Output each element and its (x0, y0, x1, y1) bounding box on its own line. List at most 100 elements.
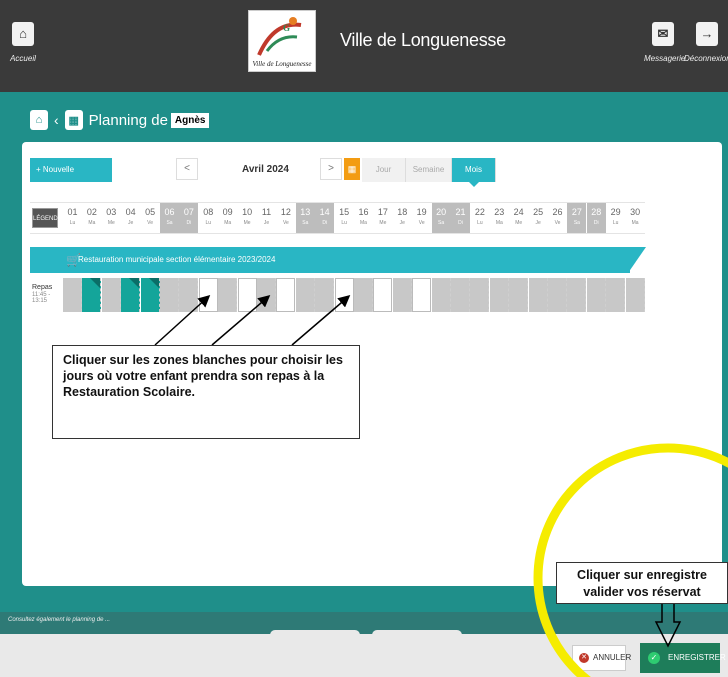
day-weekday: Je (535, 220, 541, 226)
save-button[interactable]: ✓ ENREGISTRER (640, 643, 726, 673)
legend-button[interactable]: LÉGENDE (32, 208, 62, 228)
day-number: 28 (591, 207, 602, 217)
logo-text: Ville de Longuenesse (252, 60, 312, 68)
logout-label: Déconnexion (684, 54, 728, 63)
calendar-icon: ▦ (64, 110, 83, 130)
meal-cell-booked (82, 278, 102, 312)
messaging-button[interactable]: ✉ Messagerie (644, 22, 685, 63)
logout-icon: → (696, 22, 718, 46)
back-chevron-icon[interactable]: ‹ (54, 112, 59, 128)
day-number: 25 (533, 207, 544, 217)
day-column-header: 06 Sa (160, 203, 179, 233)
home-small-icon[interactable]: ⌂ (30, 110, 48, 130)
cancel-button[interactable]: ✕ ANNULER (572, 645, 631, 671)
day-weekday: Lu (477, 220, 483, 226)
day-column-header: 22 Lu (470, 203, 489, 233)
day-column-header: 27 Sa (567, 203, 587, 233)
save-callout-line1: Cliquer sur enregistre (577, 568, 707, 582)
tab-month[interactable]: Mois (452, 158, 496, 187)
day-weekday: Ma (495, 220, 503, 226)
day-column-header: 21 Di (451, 203, 470, 233)
meal-time: 11:45 - 13:15 (32, 292, 51, 304)
day-weekday: Ve (147, 220, 154, 226)
day-weekday: Ve (554, 220, 561, 226)
day-number: 20 (436, 207, 447, 217)
day-column-header: 13 Sa (295, 203, 315, 233)
day-weekday: Ma (224, 220, 232, 226)
meal-cell-available[interactable] (237, 278, 257, 312)
tab-day[interactable]: Jour (362, 158, 406, 182)
day-column-header: 04 Je (121, 203, 140, 233)
day-weekday: Di (322, 220, 328, 226)
meal-cell-unavailable (451, 278, 470, 312)
day-weekday: Me (379, 220, 387, 226)
check-icon: ✓ (648, 652, 660, 664)
day-column-header: 01 Lu (63, 203, 82, 233)
day-column-header: 11 Je (257, 203, 276, 233)
day-weekday: Lu (205, 220, 212, 226)
footer-note[interactable]: Consultez également le planning de ... (8, 617, 110, 623)
day-weekday: Sa (438, 220, 445, 226)
svg-text:G: G (283, 23, 290, 33)
next-month-button[interactable]: > (320, 158, 342, 180)
day-column-header: 30 Ma (626, 203, 645, 233)
new-registration-button[interactable]: + Nouvelle inscription (30, 158, 112, 198)
meal-cell-available[interactable] (276, 278, 296, 312)
meal-cell-available[interactable] (334, 278, 354, 312)
day-column-header: 18 Je (393, 203, 412, 233)
service-bar: 🛒 Restauration municipale section élémen… (30, 247, 630, 273)
day-column-header: 16 Ma (354, 203, 373, 233)
day-column-header: 09 Ma (218, 203, 237, 233)
meal-cell-available[interactable] (373, 278, 393, 312)
page-title: Planning de (88, 111, 168, 129)
day-number: 30 (630, 207, 641, 217)
home-button[interactable]: ⌂ Accueil (8, 22, 38, 63)
meal-cell-unavailable (470, 278, 490, 312)
day-column-header: 02 Ma (82, 203, 101, 233)
day-weekday: Me (243, 220, 251, 226)
day-weekday: Ma (631, 220, 639, 226)
day-column-header: 03 Me (102, 203, 121, 233)
tab-week[interactable]: Semaine (406, 158, 452, 182)
day-weekday: Me (515, 220, 523, 226)
day-column-header: 07 Di (179, 203, 199, 233)
day-weekday: Je (399, 220, 405, 226)
messaging-label: Messagerie (644, 54, 686, 63)
footer-tab (270, 630, 360, 640)
day-number: 26 (552, 207, 563, 217)
meal-cell-available[interactable] (198, 278, 218, 312)
day-column-header: 15 Lu (335, 203, 354, 233)
meal-cell-unavailable (528, 278, 548, 312)
day-weekday: Lu (612, 220, 619, 226)
day-weekday: Lu (69, 220, 76, 226)
meal-row-label: Repas 11:45 - 13:15 (30, 279, 62, 311)
cancel-label: ANNULER (593, 653, 632, 662)
meal-cell-unavailable (354, 278, 373, 312)
calendar-picker-icon[interactable]: ▦ (344, 158, 360, 180)
footer-strip (0, 612, 728, 634)
child-name: Agnès (170, 112, 210, 128)
day-column-header: 08 Lu (199, 203, 218, 233)
day-number: 03 (106, 207, 117, 217)
day-number: 11 (261, 207, 272, 217)
meal-cell-unavailable (431, 278, 451, 312)
day-number: 08 (203, 207, 214, 217)
day-column-header: 19 Ve (412, 203, 431, 233)
day-column-header: 20 Sa (431, 203, 451, 233)
day-number: 07 (183, 207, 194, 217)
day-number: 29 (610, 207, 621, 217)
meal-cell-unavailable (160, 278, 179, 312)
day-number: 17 (377, 207, 388, 217)
day-weekday: Me (107, 220, 115, 226)
meal-cell-unavailable (315, 278, 335, 312)
footer-tab (372, 630, 462, 640)
day-weekday: Ve (282, 220, 289, 226)
day-column-header: 25 Je (529, 203, 548, 233)
save-label: ENREGISTRER (668, 653, 726, 662)
day-number: 13 (300, 207, 311, 217)
meal-cell-available[interactable] (412, 278, 432, 312)
day-number: 12 (280, 207, 291, 217)
day-number: 24 (513, 207, 524, 217)
prev-month-button[interactable]: < (176, 158, 198, 180)
logout-button[interactable]: → Déconnexion (684, 22, 728, 63)
